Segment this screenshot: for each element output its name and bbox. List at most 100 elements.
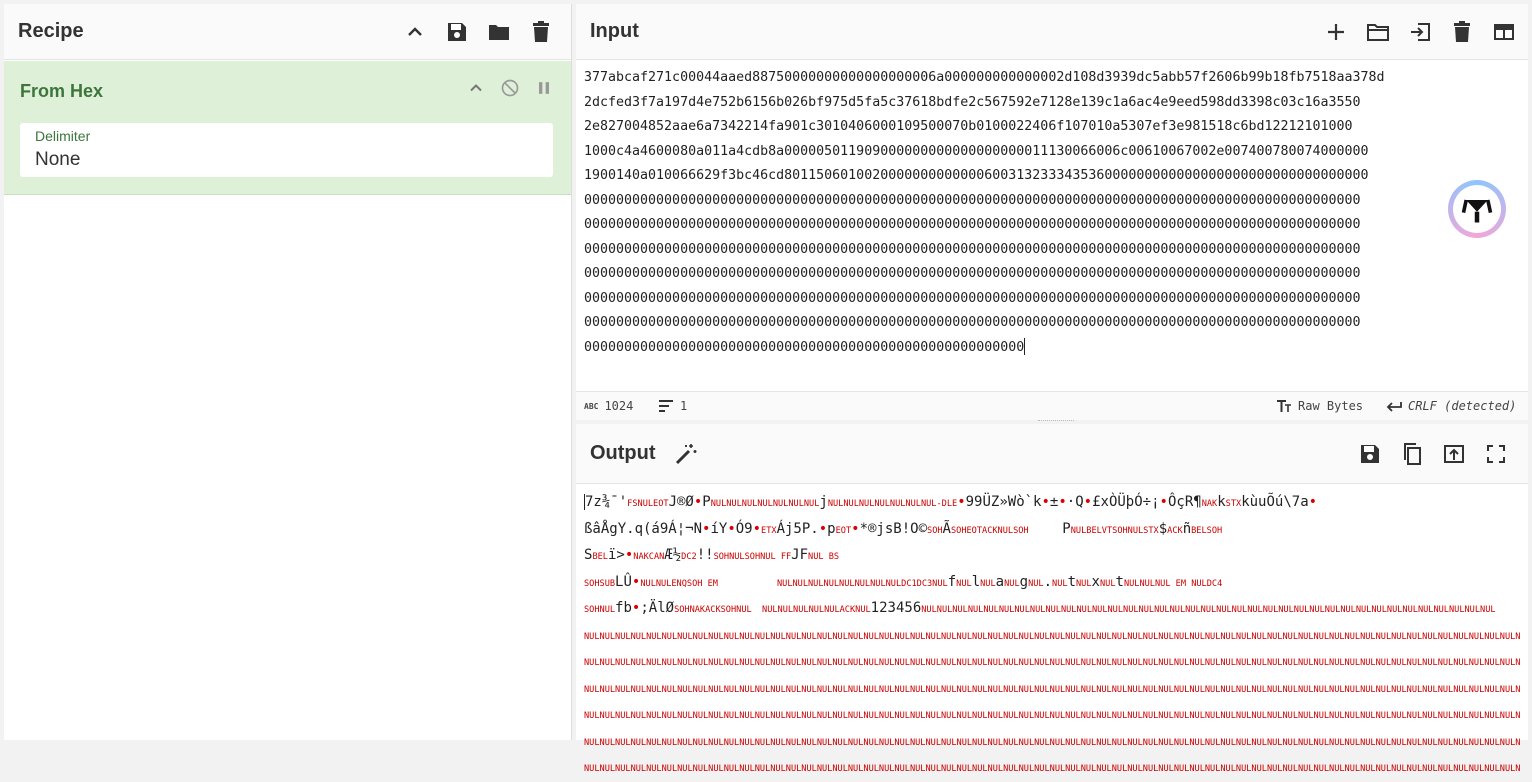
- clear-input-button[interactable]: [1444, 14, 1480, 50]
- open-file-button[interactable]: [1402, 14, 1438, 50]
- output-text-run: Ã: [942, 520, 951, 537]
- output-text-run: 7z¾¯': [585, 494, 628, 510]
- save-recipe-button[interactable]: [439, 14, 475, 50]
- output-text-run: [718, 574, 777, 590]
- control-char: DC2: [681, 552, 697, 562]
- load-recipe-button[interactable]: [481, 14, 517, 50]
- output-text-run: 123456: [870, 600, 922, 616]
- output-text-run: a: [995, 573, 1005, 590]
- input-line: 0000000000000000000000000000000000000000…: [584, 266, 1361, 281]
- input-textarea[interactable]: 377abcaf271c00044aaed8875000000000000000…: [584, 66, 1520, 360]
- output-text-run: £xÒÜþÓ÷¡: [1092, 494, 1160, 510]
- input-line-count: 1: [680, 399, 688, 413]
- encoding-selector[interactable]: Raw Bytes: [1276, 399, 1363, 413]
- save-icon: [1361, 445, 1379, 463]
- non-printable-dot: •: [624, 547, 634, 563]
- output-line: NULNULNULNULNULNULNULNULNULNULNULNULNULN…: [584, 702, 1520, 729]
- output-line: 7z¾¯'FSNULEOTJ®Ø • PNULNULNULNULNULNULNULj…: [584, 490, 1520, 517]
- output-text-run: P: [1028, 520, 1071, 537]
- output-line: SOHNULfb•;ÄlØSOHNAKACKSOHNUL NULNULNULNU…: [584, 596, 1520, 623]
- output-text-run: g: [1019, 573, 1029, 590]
- eol-selector[interactable]: CRLF (detected): [1386, 399, 1516, 413]
- breakpoint-button[interactable]: [533, 77, 555, 99]
- plus-icon: [1328, 24, 1344, 40]
- output-line: ßâÅgY.q(á9Á¦¬N•íY•Ó9•ETXÁj5P.•pEOT•*®jsB…: [584, 517, 1520, 544]
- reset-layout-button[interactable]: [1486, 14, 1522, 50]
- input-line: 0000000000000000000000000000000000000000…: [584, 290, 1361, 306]
- disable-icon: [501, 79, 519, 97]
- output-line: NULNULNULNULNULNULNULNULNULNULNULNULNULN…: [584, 676, 1520, 703]
- output-text-run: ï>: [607, 547, 625, 563]
- delimiter-field[interactable]: Delimiter None: [20, 123, 553, 177]
- output-text-run: J®Ø: [668, 494, 694, 510]
- non-printable-dot: •: [1058, 494, 1067, 510]
- replace-input-button[interactable]: [1436, 436, 1472, 472]
- output-text-run: JF: [791, 547, 809, 563]
- add-input-tab-button[interactable]: [1318, 14, 1354, 50]
- output-pane: Output 7z¾¯'FSNULEOTJ®Ø•PNULNULNULNULNUL…: [576, 424, 1528, 774]
- open-folder-button[interactable]: [1360, 14, 1396, 50]
- control-char: NUL: [1076, 578, 1092, 589]
- output-text-run: Áj5P.: [776, 520, 819, 537]
- copy-output-button[interactable]: [1394, 436, 1430, 472]
- output-text-run: k: [1217, 494, 1226, 510]
- output-textarea[interactable]: 7z¾¯'FSNULEOTJ®Ø•PNULNULNULNULNULNULNULj…: [584, 490, 1520, 782]
- output-text-run: 99ÜZ»Wò`k: [965, 494, 1042, 510]
- disable-operation-button[interactable]: [499, 77, 521, 99]
- return-arrow-icon: [1386, 402, 1402, 412]
- control-char: NULNULNULNULNULNULNULNULDC1DC3NUL: [776, 578, 948, 589]
- output-text-run: ÔçR¶: [1167, 494, 1202, 510]
- control-char: NAK: [1201, 499, 1218, 509]
- input-line: 1000c4a4600080a011a4cdb8a000005011909000…: [584, 143, 1369, 159]
- non-printable-dot: •: [818, 520, 828, 537]
- control-char: NUL: [1099, 578, 1116, 589]
- delimiter-label: Delimiter: [35, 128, 91, 144]
- control-char: NULNULNULNULNULNULNULNULNULNULNULNULNULN…: [584, 631, 1520, 642]
- output-text-run: t: [1115, 573, 1124, 590]
- output-text-run: fb: [615, 600, 632, 616]
- text-encoding-icon: [1277, 400, 1291, 412]
- control-char: NULNULNULNULNULNULNULNULNULNULNULNULNULN…: [584, 764, 1520, 774]
- output-text-run: $: [1158, 520, 1168, 537]
- output-text-run: ·Q: [1066, 494, 1084, 510]
- operation-title: From Hex: [20, 81, 104, 101]
- output-text-run: P: [702, 494, 711, 510]
- output-line: NULNULNULNULNULNULNULNULNULNULNULNULNULN…: [584, 755, 1520, 782]
- control-char: SOHNUL: [584, 605, 616, 615]
- output-text-run: Æ½: [664, 547, 682, 563]
- control-char: ETX: [761, 525, 777, 536]
- magic-wand-icon: [675, 443, 697, 464]
- encoding-label: Raw Bytes: [1298, 399, 1364, 413]
- clear-recipe-button[interactable]: [523, 14, 559, 50]
- non-printable-dot: •: [727, 520, 736, 537]
- control-char: NUL: [1052, 578, 1068, 589]
- input-pane: Input 377abcaf271c00044aaed8875000000000…: [576, 4, 1528, 420]
- control-char: NULNULENQSOH EM: [640, 578, 718, 589]
- input-line: 0000000000000000000000000000000000000000…: [584, 217, 1361, 232]
- non-printable-dot: •: [957, 494, 966, 510]
- maximize-output-button[interactable]: [1478, 436, 1514, 472]
- logo-icon: [1461, 199, 1493, 223]
- output-line: NULNULNULNULNULNULNULNULNULNULNULNULNULN…: [584, 649, 1520, 676]
- input-line: 2e827004852aae6a7342214fa901c30104060001…: [584, 119, 1353, 134]
- output-text-run: .: [1043, 573, 1053, 590]
- save-icon: [448, 23, 466, 41]
- output-line: SOHSUBLÛ•NULNULENQSOH EM NULNULNULNULNUL…: [584, 570, 1520, 597]
- delimiter-value[interactable]: None: [35, 149, 80, 171]
- output-text-run: ;ÄlØ: [640, 600, 675, 616]
- output-text-run: l: [971, 573, 981, 590]
- input-line: 0000000000000000000000000000000000000000…: [584, 315, 1361, 330]
- save-output-button[interactable]: [1352, 436, 1388, 472]
- output-text-run: ñ: [1182, 520, 1192, 537]
- magic-button[interactable]: [668, 436, 704, 472]
- eol-label: CRLF (detected): [1408, 399, 1517, 413]
- import-icon: [1411, 23, 1430, 41]
- non-printable-dot: •: [1083, 494, 1093, 510]
- control-char: FS: [627, 499, 638, 509]
- folder-open-icon: [1367, 24, 1389, 41]
- collapse-all-button[interactable]: [397, 14, 433, 50]
- non-printable-dot: •: [851, 520, 860, 537]
- output-text-run: t: [1067, 573, 1076, 590]
- operation-from-hex[interactable]: From Hex Delimiter None: [4, 61, 571, 195]
- collapse-operation-button[interactable]: [465, 77, 487, 99]
